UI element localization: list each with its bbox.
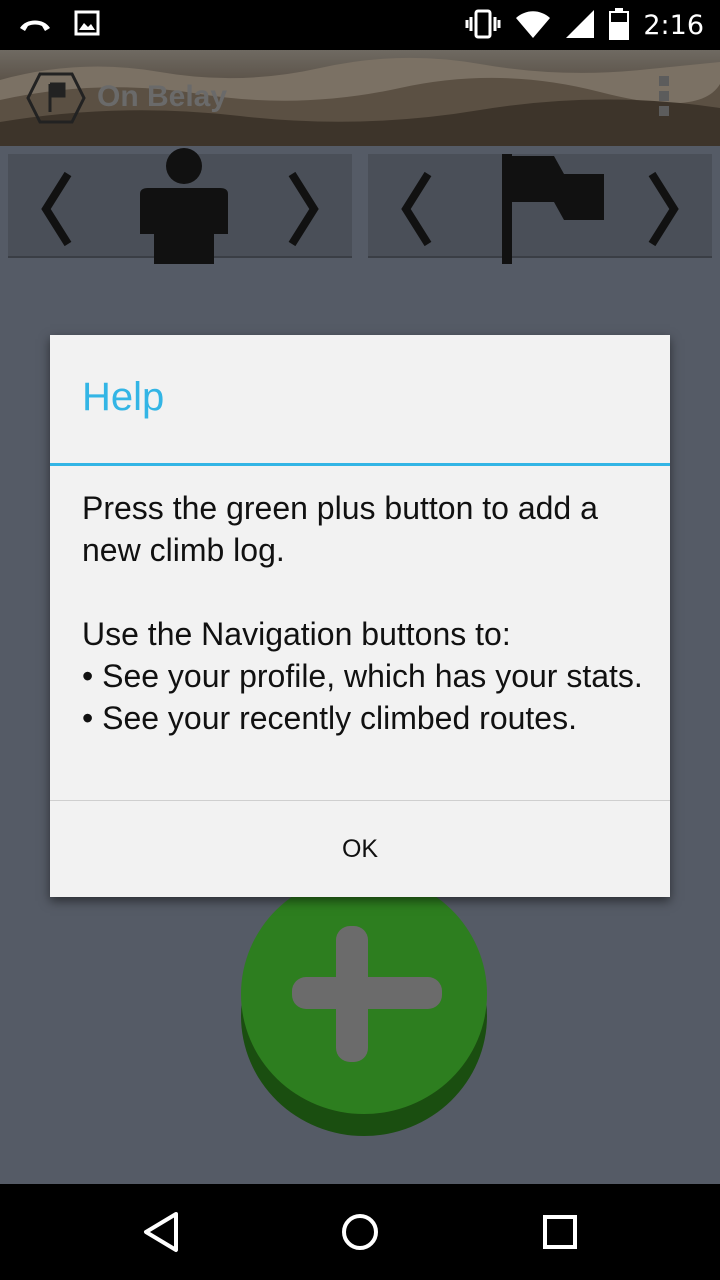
battery-icon	[609, 8, 630, 44]
app-bar: On Belay	[0, 50, 720, 146]
ok-button[interactable]: OK	[50, 801, 670, 897]
dialog-title-divider	[50, 463, 670, 466]
vibrate-icon	[465, 9, 501, 43]
dialog-title: Help	[82, 375, 165, 419]
chevron-left-icon	[41, 171, 72, 247]
flag-icon	[502, 154, 604, 264]
back-icon[interactable]	[142, 1210, 180, 1258]
dialog-message-line: Press the green plus button to add a new…	[82, 490, 598, 568]
add-climb-button[interactable]	[240, 870, 488, 1138]
home-icon[interactable]	[340, 1210, 380, 1258]
chevron-right-icon	[648, 171, 679, 247]
dialog-message-line: • See your recently climbed routes.	[82, 700, 577, 736]
recents-icon[interactable]	[542, 1210, 578, 1258]
overflow-menu-icon[interactable]	[654, 76, 674, 122]
dialog-message: Press the green plus button to add a new…	[82, 487, 652, 739]
system-nav-bar	[0, 1184, 720, 1280]
dialog-message-line: Use the Navigation buttons to:	[82, 616, 511, 652]
routes-nav-button[interactable]	[368, 154, 712, 264]
chevron-left-icon	[401, 171, 432, 247]
app-title: On Belay	[97, 80, 228, 113]
status-bar: 2:16	[0, 0, 720, 50]
status-clock: 2:16	[643, 10, 704, 41]
chevron-right-icon	[288, 171, 319, 247]
app-logo-icon[interactable]	[26, 72, 86, 128]
signal-icon	[565, 9, 595, 43]
help-dialog: Help Press the green plus button to add …	[50, 335, 670, 897]
dialog-message-line: • See your profile, which has your stats…	[82, 658, 643, 694]
image-icon	[74, 10, 100, 40]
wifi-icon	[515, 9, 551, 43]
person-icon	[140, 148, 228, 264]
missed-call-icon	[18, 12, 52, 38]
profile-nav-button[interactable]	[8, 148, 352, 264]
